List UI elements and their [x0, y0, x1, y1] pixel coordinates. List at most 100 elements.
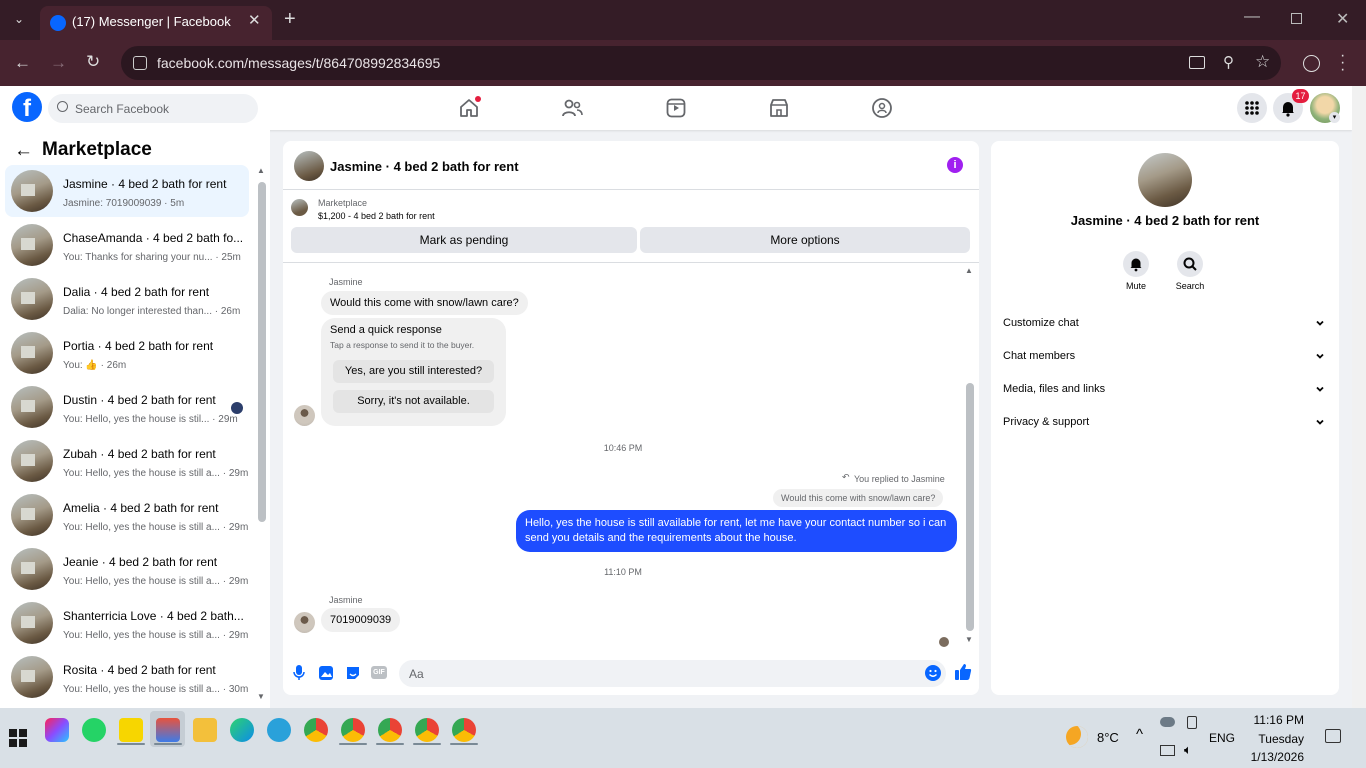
page-scrollbar[interactable]: [1352, 86, 1366, 708]
chat-header-avatar[interactable]: [294, 151, 324, 181]
conversation-item[interactable]: Amelia · 4 bed 2 bath for rent You: Hello…: [5, 489, 249, 541]
profile-icon[interactable]: [1303, 55, 1320, 72]
sticker-icon[interactable]: [345, 665, 361, 681]
close-window-button[interactable]: ✕: [1336, 9, 1349, 29]
conversation-name: ChaseAmanda · 4 bed 2 bath fo...: [63, 231, 244, 245]
quoted-message[interactable]: Would this come with snow/lawn care?: [773, 489, 944, 507]
conversation-name: Jeanie · 4 bed 2 bath for rent: [63, 555, 218, 569]
chrome-profile-icon[interactable]: [341, 718, 365, 742]
account-chevron-icon[interactable]: ▾: [1329, 112, 1340, 123]
address-bar[interactable]: facebook.com/messages/t/864708992834695 …: [121, 46, 1281, 80]
search-chat-button[interactable]: [1177, 251, 1203, 277]
facebook-logo-icon[interactable]: f: [12, 92, 42, 122]
weather-temperature[interactable]: 8°C: [1097, 730, 1119, 745]
search-facebook-input[interactable]: Search Facebook: [48, 94, 258, 123]
forward-icon[interactable]: →: [50, 53, 67, 73]
conversation-item[interactable]: Rosita · 4 bed 2 bath for rent You: Hello…: [5, 651, 249, 703]
windows-start-icon[interactable]: [9, 729, 27, 747]
my-message-bubble[interactable]: Hello, yes the house is still available …: [516, 510, 957, 552]
emoji-icon[interactable]: [925, 665, 941, 681]
reload-icon[interactable]: ↻: [86, 52, 100, 72]
browser-tab[interactable]: (17) Messenger | Facebook ✕: [40, 6, 272, 40]
conversation-item[interactable]: ChaseAmanda · 4 bed 2 bath fo... You: Tha…: [5, 219, 249, 271]
conversation-item[interactable]: Zubah · 4 bed 2 bath for rent You: Hello,…: [5, 435, 249, 487]
tab-search-button[interactable]: ⌄: [10, 12, 28, 28]
like-thumb-icon[interactable]: [954, 663, 972, 681]
chat-scroll-up-icon[interactable]: ▲: [965, 266, 973, 275]
quick-reply-yes-button[interactable]: Yes, are you still interested?: [333, 360, 494, 383]
copilot-icon[interactable]: [45, 718, 69, 742]
conversation-item[interactable]: Jeanie · 4 bed 2 bath for rent You: Hello…: [5, 543, 249, 595]
home-icon[interactable]: [457, 96, 481, 120]
back-arrow-icon[interactable]: ←: [14, 140, 33, 162]
conversation-item[interactable]: Shanterricia Love · 4 bed 2 bath... You: …: [5, 597, 249, 649]
info-section-2[interactable]: Chat members: [991, 342, 1339, 370]
mark-as-pending-button[interactable]: Mark as pending: [291, 227, 637, 253]
profile-avatar[interactable]: [1138, 153, 1192, 207]
sender-avatar[interactable]: [294, 612, 315, 633]
message-input[interactable]: Aa: [399, 660, 946, 687]
photo-icon[interactable]: [318, 665, 334, 681]
sticky-notes-icon[interactable]: [119, 718, 143, 742]
site-settings-icon[interactable]: [133, 56, 147, 70]
groups-icon[interactable]: [870, 96, 894, 120]
clock-date[interactable]: 1/13/2026: [1240, 750, 1304, 764]
conversation-item[interactable]: Dustin · 4 bed 2 bath for rent You: Hello…: [5, 381, 249, 433]
notification-center-icon[interactable]: [1325, 729, 1341, 743]
chat-scroll-down-icon[interactable]: ▼: [965, 635, 973, 644]
conversation-item[interactable]: Portia · 4 bed 2 bath for rent You: 👍 · 2…: [5, 327, 249, 379]
chat-title[interactable]: Jasmine · 4 bed 2 bath for rent: [330, 159, 519, 174]
clock-day[interactable]: Tuesday: [1240, 732, 1304, 746]
volume-icon[interactable]: 🔈︎: [1184, 742, 1192, 758]
chrome-icon[interactable]: [304, 718, 328, 742]
scroll-up-arrow-icon[interactable]: ▲: [257, 166, 265, 175]
microphone-icon[interactable]: [293, 665, 305, 681]
language-indicator[interactable]: ENG: [1209, 731, 1235, 745]
clock-time[interactable]: 11:16 PM: [1240, 713, 1304, 727]
sender-avatar[interactable]: [294, 405, 315, 426]
chrome-profile-icon[interactable]: [415, 718, 439, 742]
scroll-down-arrow-icon[interactable]: ▼: [257, 692, 265, 701]
message-bubble[interactable]: Would this come with snow/lawn care?: [321, 291, 528, 315]
install-app-icon[interactable]: [1189, 56, 1205, 69]
whatsapp-icon[interactable]: [82, 718, 106, 742]
weather-moon-icon[interactable]: [1066, 726, 1088, 748]
info-icon[interactable]: i: [947, 157, 963, 173]
info-section-3[interactable]: Media, files and links: [991, 375, 1339, 403]
device-icon[interactable]: [1187, 716, 1197, 729]
video-icon[interactable]: [664, 96, 688, 120]
chat-scrollbar[interactable]: [966, 383, 974, 631]
listing-thumbnail[interactable]: [291, 199, 308, 216]
mute-button[interactable]: [1123, 251, 1149, 277]
zoom-icon[interactable]: ⚲: [1223, 53, 1234, 71]
edge-icon[interactable]: [230, 718, 254, 742]
message-bubble[interactable]: 7019009039: [321, 608, 401, 632]
sidebar-scrollbar[interactable]: [258, 182, 266, 522]
file-explorer-icon[interactable]: [193, 718, 217, 742]
conversation-item[interactable]: Jasmine · 4 bed 2 bath for rent Jasmine: …: [5, 165, 249, 217]
paint-app-icon[interactable]: [156, 718, 180, 742]
more-options-button[interactable]: More options: [640, 227, 970, 253]
marketplace-icon[interactable]: [767, 96, 791, 120]
listing-detail[interactable]: $1,200 - 4 bed 2 bath for rent: [318, 211, 435, 221]
chrome-profile-icon[interactable]: [452, 718, 476, 742]
chrome-profile-icon[interactable]: [378, 718, 402, 742]
browser-menu-icon[interactable]: · · ·: [1340, 48, 1345, 78]
menu-grid-icon[interactable]: [1237, 93, 1267, 123]
bookmark-star-icon[interactable]: ☆: [1255, 52, 1270, 72]
show-hidden-icons-icon[interactable]: ^: [1136, 726, 1143, 743]
friends-icon[interactable]: [560, 96, 584, 120]
quick-reply-no-button[interactable]: Sorry, it's not available.: [333, 390, 494, 413]
network-icon[interactable]: [1160, 745, 1175, 756]
cloud-icon[interactable]: [1160, 717, 1175, 727]
conversation-item[interactable]: Dalia · 4 bed 2 bath for rent Dalia: No l…: [5, 273, 249, 325]
info-section-1[interactable]: Customize chat: [991, 309, 1339, 337]
new-tab-button[interactable]: +: [284, 8, 296, 31]
minimize-button[interactable]: —: [1244, 8, 1260, 26]
maximize-button[interactable]: [1291, 13, 1302, 24]
gif-icon[interactable]: GIF: [371, 666, 387, 679]
tab-close-icon[interactable]: ✕: [248, 11, 261, 29]
info-section-4[interactable]: Privacy & support: [991, 408, 1339, 436]
telegram-icon[interactable]: [267, 718, 291, 742]
back-icon[interactable]: ←: [14, 53, 31, 73]
